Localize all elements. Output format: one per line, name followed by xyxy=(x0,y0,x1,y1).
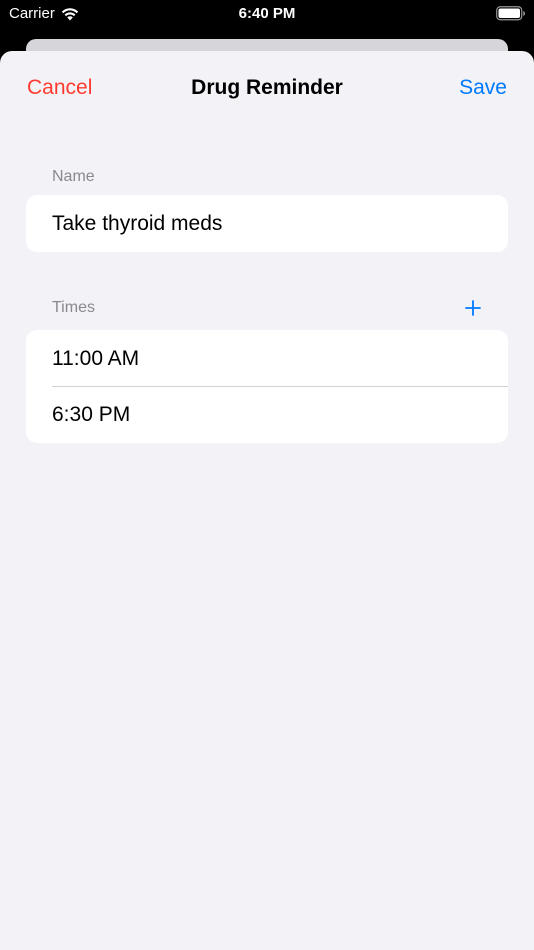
battery-icon xyxy=(496,6,525,21)
times-list: 11:00 AM 6:30 PM xyxy=(26,330,508,443)
list-item-time[interactable]: 11:00 AM xyxy=(26,330,508,387)
page-title: Drug Reminder xyxy=(191,76,343,99)
time-label: 6:30 PM xyxy=(52,403,131,426)
status-time: 6:40 PM xyxy=(238,5,296,22)
navigation-bar: Cancel Drug Reminder Save xyxy=(0,51,534,127)
name-field[interactable] xyxy=(52,195,492,252)
plus-icon[interactable] xyxy=(463,298,483,318)
save-button[interactable]: Save xyxy=(459,76,507,100)
times-section-header: Times xyxy=(52,299,95,316)
status-bar: Carrier 6:40 PM xyxy=(0,0,534,30)
list-item-time[interactable]: 6:30 PM xyxy=(26,387,508,443)
name-card xyxy=(26,195,508,252)
time-label: 11:00 AM xyxy=(52,346,140,370)
modal-sheet: Cancel Drug Reminder Save Name Times 11:… xyxy=(0,51,534,950)
name-section-header: Name xyxy=(52,168,95,185)
